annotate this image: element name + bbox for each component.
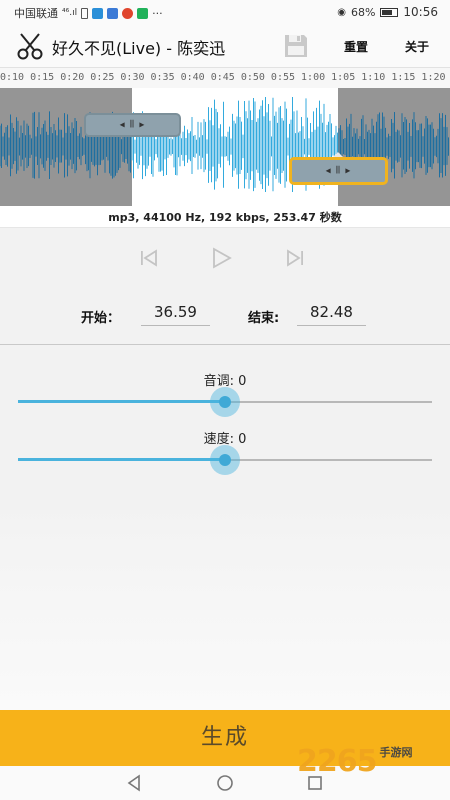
battery-percent: 68% <box>350 5 376 19</box>
home-icon[interactable] <box>214 772 236 794</box>
watermark-main: 2265 <box>297 744 377 779</box>
pitch-slider[interactable] <box>18 387 432 417</box>
pitch-fill <box>18 400 225 403</box>
carrier-label: 中国联通 <box>14 7 58 20</box>
play-icon[interactable] <box>208 245 234 271</box>
app-icon <box>107 7 119 19</box>
mail-icon <box>92 7 104 19</box>
weibo-icon <box>122 7 134 19</box>
reset-button[interactable]: 重置 <box>344 38 368 55</box>
timeline-ruler: 0:10 0:15 0:20 0:25 0:30 0:35 0:40 0:45 … <box>0 68 450 88</box>
waveform[interactable] <box>0 88 450 208</box>
scissors-icon[interactable] <box>15 31 45 61</box>
speed-slider[interactable] <box>18 445 432 475</box>
app-bar: 好久不见(Live) - 陈奕迅 重置 关于 <box>0 24 450 68</box>
playback-controls <box>0 240 450 276</box>
end-label: 结束: <box>248 311 280 326</box>
watermark-logo: 2265 手游网 <box>297 744 413 779</box>
back-icon[interactable] <box>124 772 146 794</box>
eye-icon: ◉ <box>337 6 346 18</box>
end-handle-grip: ◂ ⦀ ▸ <box>325 165 352 177</box>
chat-icon <box>137 7 149 19</box>
divider <box>0 344 450 345</box>
waveform-editor[interactable]: 0:10 0:15 0:20 0:25 0:30 0:35 0:40 0:45 … <box>0 68 450 208</box>
end-time-input[interactable]: 82.48 <box>297 298 366 326</box>
pitch-thumb[interactable] <box>219 396 231 408</box>
start-handle[interactable]: ◂ ⦀ ▸ <box>84 113 181 137</box>
trim-times: 开始： 36.59 结束: 82.48 <box>0 298 450 330</box>
empty-area <box>0 500 450 710</box>
watermark-sub: 手游网 <box>379 746 413 759</box>
speed-thumb[interactable] <box>219 454 231 466</box>
save-icon[interactable] <box>283 33 309 59</box>
speed-fill <box>18 458 225 461</box>
clock: 10:56 <box>403 5 438 19</box>
skip-next-icon[interactable] <box>282 245 308 271</box>
status-bar: 中国联通 ⁴⁶.ıl ··· ◉ 68% 10:56 <box>0 0 450 24</box>
start-handle-grip: ◂ ⦀ ▸ <box>119 119 146 131</box>
signal-indicator: ⁴⁶.ıl <box>62 8 78 18</box>
more-icon: ··· <box>152 6 163 20</box>
battery-icon <box>380 7 399 17</box>
skip-previous-icon[interactable] <box>136 245 162 271</box>
end-handle[interactable]: ◂ ⦀ ▸ <box>289 157 388 185</box>
start-label: 开始： <box>81 311 121 326</box>
file-info: mp3, 44100 Hz, 192 kbps, 253.47 秒数 <box>0 208 450 228</box>
start-time-input[interactable]: 36.59 <box>141 298 210 326</box>
usb-icon <box>81 7 89 19</box>
song-title: 好久不见(Live) - 陈奕迅 <box>52 39 226 58</box>
about-button[interactable]: 关于 <box>405 38 429 55</box>
